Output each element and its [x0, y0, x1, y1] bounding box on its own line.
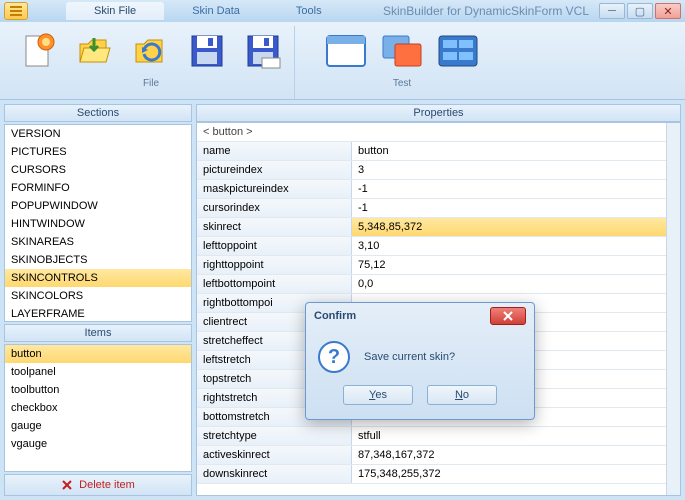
property-value[interactable]: 0,0 [352, 275, 680, 293]
sections-header: Sections [4, 104, 192, 122]
property-name: leftbottompoint [197, 275, 352, 293]
close-button[interactable]: ✕ [655, 3, 681, 19]
test-window-button[interactable] [325, 30, 367, 72]
maximize-button[interactable]: ▢ [627, 3, 653, 19]
delete-icon [61, 479, 73, 491]
tab-skin-file[interactable]: Skin File [66, 2, 164, 20]
controls-icon [437, 34, 479, 68]
new-file-button[interactable] [18, 30, 60, 72]
ribbon-tabs: Skin File Skin Data Tools [66, 2, 350, 20]
dialog-message: Save current skin? [364, 351, 455, 363]
items-list[interactable]: buttontoolpaneltoolbuttoncheckboxgaugevg… [4, 344, 192, 472]
section-item[interactable]: SKINCOLORS [5, 287, 191, 305]
list-item[interactable]: gauge [5, 417, 191, 435]
window-title: SkinBuilder for DynamicSkinForm VCL [383, 4, 589, 18]
refresh-folder-icon [132, 32, 170, 70]
property-name: skinrect [197, 218, 352, 236]
dialog-title: Confirm [314, 310, 356, 322]
open-file-button[interactable] [74, 30, 116, 72]
property-row[interactable]: pictureindex3 [197, 161, 680, 180]
property-row[interactable]: leftbottompoint0,0 [197, 275, 680, 294]
test-controls-button[interactable] [437, 30, 479, 72]
property-row[interactable]: righttoppoint75,12 [197, 256, 680, 275]
tab-tools[interactable]: Tools [268, 2, 350, 20]
property-row[interactable]: namebutton [197, 142, 680, 161]
save-as-button[interactable] [242, 30, 284, 72]
new-file-icon [20, 32, 58, 70]
property-name: maskpictureindex [197, 180, 352, 198]
property-name: stretchtype [197, 427, 352, 445]
property-value[interactable]: 5,348,85,372 [352, 218, 680, 236]
section-item[interactable]: POPUPWINDOW [5, 197, 191, 215]
dialog-close-button[interactable] [490, 307, 526, 325]
ribbon-group-file-label: File [143, 76, 159, 91]
save-as-icon [244, 32, 282, 70]
window-icon [325, 34, 367, 68]
property-value[interactable]: stfull [352, 427, 680, 445]
items-header: Items [4, 324, 192, 342]
no-button[interactable]: No [427, 385, 497, 405]
section-item[interactable]: VERSION [5, 125, 191, 143]
property-value[interactable]: 87,348,167,372 [352, 446, 680, 464]
open-folder-icon [76, 32, 114, 70]
delete-item-label: Delete item [79, 479, 135, 491]
section-item[interactable]: SKINCONTROLS [5, 269, 191, 287]
property-value[interactable]: 3 [352, 161, 680, 179]
save-icon [188, 32, 226, 70]
property-row[interactable]: skinrect5,348,85,372 [197, 218, 680, 237]
property-value[interactable]: 175,348,255,372 [352, 465, 680, 483]
property-row[interactable]: maskpictureindex-1 [197, 180, 680, 199]
property-value[interactable]: button [352, 142, 680, 160]
section-item[interactable]: SKINAREAS [5, 233, 191, 251]
confirm-dialog: Confirm ? Save current skin? Yes No [305, 302, 535, 420]
delete-item-button[interactable]: Delete item [4, 474, 192, 496]
property-row[interactable]: lefttoppoint3,10 [197, 237, 680, 256]
system-menu-button[interactable] [4, 2, 28, 20]
property-name: lefttoppoint [197, 237, 352, 255]
property-value[interactable]: 75,12 [352, 256, 680, 274]
close-icon [502, 311, 514, 321]
property-row[interactable]: cursorindex-1 [197, 199, 680, 218]
save-button[interactable] [186, 30, 228, 72]
section-item[interactable]: SKINOBJECTS [5, 251, 191, 269]
ribbon: File Test [0, 22, 685, 100]
property-name: name [197, 142, 352, 160]
list-item[interactable]: checkbox [5, 399, 191, 417]
refresh-button[interactable] [130, 30, 172, 72]
property-value[interactable]: -1 [352, 180, 680, 198]
section-item[interactable]: PICTURES [5, 143, 191, 161]
ribbon-group-test-label: Test [393, 76, 411, 91]
property-name: cursorindex [197, 199, 352, 217]
property-name: pictureindex [197, 161, 352, 179]
test-windows-button[interactable] [381, 30, 423, 72]
windows-stack-icon [381, 34, 423, 68]
tab-skin-data[interactable]: Skin Data [164, 2, 268, 20]
section-item[interactable]: CURSORS [5, 161, 191, 179]
sections-list[interactable]: VERSIONPICTURESCURSORSFORMINFOPOPUPWINDO… [4, 124, 192, 322]
property-name: righttoppoint [197, 256, 352, 274]
property-object-caption: < button > [197, 123, 680, 142]
properties-header: Properties [196, 104, 681, 122]
list-item[interactable]: button [5, 345, 191, 363]
minimize-button[interactable]: ─ [599, 3, 625, 19]
property-name: activeskinrect [197, 446, 352, 464]
section-item[interactable]: HINTWINDOW [5, 215, 191, 233]
property-row[interactable]: activeskinrect87,348,167,372 [197, 446, 680, 465]
section-item[interactable]: FORMINFO [5, 179, 191, 197]
property-value[interactable]: 3,10 [352, 237, 680, 255]
list-item[interactable]: vgauge [5, 435, 191, 453]
property-row[interactable]: stretchtypestfull [197, 427, 680, 446]
list-item[interactable]: toolbutton [5, 381, 191, 399]
property-row[interactable]: downskinrect175,348,255,372 [197, 465, 680, 484]
property-name: downskinrect [197, 465, 352, 483]
titlebar: Skin File Skin Data Tools SkinBuilder fo… [0, 0, 685, 22]
scrollbar[interactable] [666, 123, 680, 495]
list-item[interactable]: toolpanel [5, 363, 191, 381]
property-value[interactable]: -1 [352, 199, 680, 217]
section-item[interactable]: LAYERFRAME [5, 305, 191, 322]
question-icon: ? [318, 341, 350, 373]
yes-button[interactable]: Yes [343, 385, 413, 405]
